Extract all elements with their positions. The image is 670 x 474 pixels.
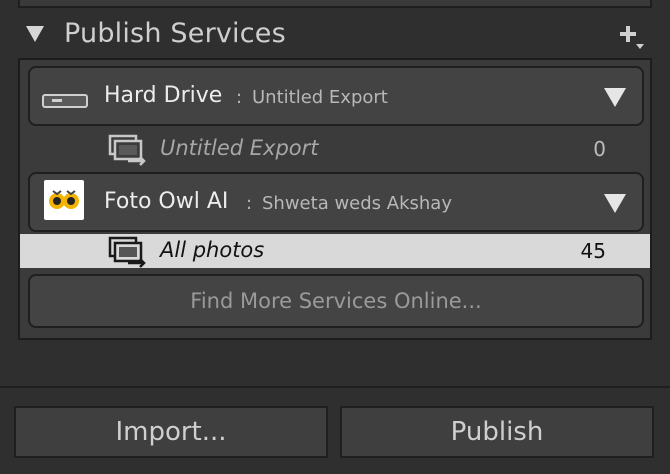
foto-owl-logo-icon [44, 180, 84, 220]
publish-services-list: Hard Drive : Untitled Export Untitled Ex… [18, 58, 652, 340]
service-menu-triangle-icon[interactable] [604, 88, 626, 107]
collection-name: Untitled Export [160, 136, 319, 160]
collection-count: 0 [593, 137, 606, 161]
previous-panel-edge [18, 0, 652, 8]
publish-services-header[interactable]: Publish Services [0, 14, 670, 58]
service-name: Hard Drive [104, 83, 223, 108]
collapse-triangle-icon[interactable] [26, 26, 44, 42]
panel-title: Publish Services [64, 18, 286, 49]
service-menu-triangle-icon[interactable] [604, 194, 626, 213]
find-more-services-button[interactable]: Find More Services Online... [28, 274, 644, 328]
service-separator: : [246, 193, 253, 214]
collection-row-untitled-export[interactable]: Untitled Export 0 [20, 132, 650, 166]
import-button[interactable]: Import... [14, 406, 328, 458]
service-hard-drive[interactable]: Hard Drive : Untitled Export [28, 66, 644, 126]
collection-row-all-photos[interactable]: All photos 45 [20, 234, 650, 268]
collection-name: All photos [160, 238, 265, 262]
add-service-icon[interactable] [616, 22, 646, 52]
panel-divider [0, 386, 670, 388]
service-subtitle: Untitled Export [252, 87, 388, 108]
collection-count: 45 [580, 239, 606, 263]
published-collection-icon [108, 134, 146, 166]
publish-button[interactable]: Publish [340, 406, 654, 458]
service-subtitle: Shweta weds Akshay [262, 193, 452, 214]
service-name: Foto Owl AI [104, 189, 229, 214]
published-collection-icon [108, 236, 146, 268]
service-separator: : [236, 87, 243, 108]
service-foto-owl-ai[interactable]: Foto Owl AI : Shweta weds Akshay [28, 172, 644, 232]
hard-drive-icon [42, 94, 88, 108]
